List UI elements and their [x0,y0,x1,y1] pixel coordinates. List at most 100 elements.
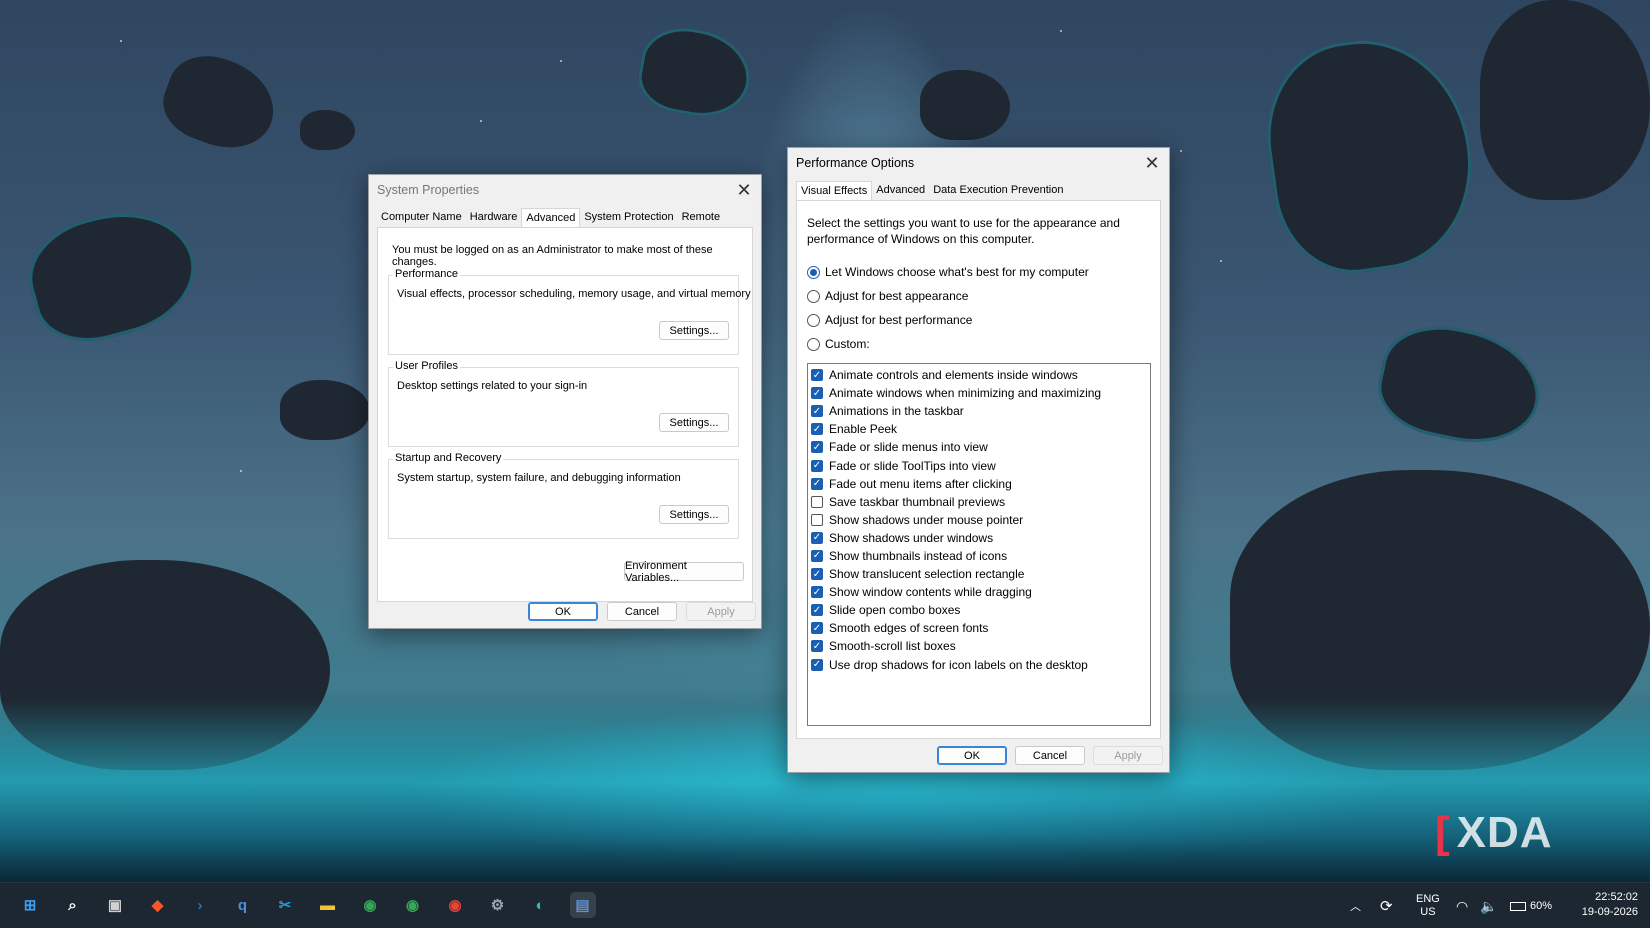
checkbox[interactable]: ✓ [811,604,823,617]
tab-system-protection[interactable]: System Protection [580,208,677,227]
settings-icon[interactable]: ⚙ [485,892,511,918]
effect-label: Enable Peek [829,422,898,437]
performance-settings-button[interactable]: Settings... [659,321,729,340]
checkbox[interactable]: ✓ [811,549,823,562]
snipping-icon[interactable]: ✂ [272,892,298,918]
powershell-icon[interactable]: › [187,892,213,918]
close-icon[interactable]: ✕ [1141,152,1163,174]
task-view-icon[interactable]: ▣ [102,892,128,918]
chrome-profile-icon[interactable]: ◉ [442,892,468,918]
effect-option[interactable]: Save taskbar thumbnail previews [808,493,1150,511]
search-icon[interactable]: ⌕ [60,892,86,918]
checkbox[interactable]: ✓ [811,622,823,635]
checkbox[interactable]: ✓ [811,477,823,490]
effect-option[interactable]: ✓ Fade or slide ToolTips into view [808,456,1150,474]
effect-option[interactable]: ✓ Fade out menu items after clicking [808,475,1150,493]
radio-label: Adjust for best appearance [825,289,969,303]
titlebar[interactable]: System Properties ✕ [369,175,761,205]
volume-icon[interactable]: 🔈 [1480,883,1497,928]
group-description: System startup, system failure, and debu… [397,472,681,484]
effect-option[interactable]: ✓ Show window contents while dragging [808,583,1150,601]
cancel-button[interactable]: Cancel [607,602,677,621]
effect-option[interactable]: ✓ Slide open combo boxes [808,601,1150,619]
battery-icon [1510,901,1526,911]
wifi-icon[interactable]: ◠ [1456,883,1468,928]
checkbox[interactable]: ✓ [811,658,823,671]
radio-button[interactable] [807,289,820,303]
tab-data-execution-prevention[interactable]: Data Execution Prevention [929,181,1067,200]
apply-button[interactable]: Apply [1093,746,1163,765]
checkbox[interactable]: ✓ [811,441,823,454]
group-description: Desktop settings related to your sign-in [397,380,588,392]
effect-option[interactable]: ✓ Show thumbnails instead of icons [808,547,1150,565]
chrome-icon[interactable]: ◉ [357,892,383,918]
tab-visual-effects[interactable]: Visual Effects [796,181,873,201]
show-hidden-icons-icon[interactable]: ︿ [1350,883,1361,928]
effect-label: Smooth-scroll list boxes [829,639,956,654]
update-icon[interactable]: ⟳ [1380,883,1393,928]
checkbox[interactable]: ✓ [811,423,823,436]
tab-advanced[interactable]: Advanced [521,208,581,228]
clock-time: 22:52:02 [1595,891,1638,903]
checkbox[interactable]: ✓ [811,586,823,599]
floating-rock [1370,314,1550,456]
tab-computer-name[interactable]: Computer Name [377,208,466,227]
radio-button[interactable] [807,337,820,351]
close-icon[interactable]: ✕ [733,179,755,201]
checkbox[interactable]: ✓ [811,640,823,653]
checkbox[interactable]: ✓ [811,568,823,581]
checkbox[interactable]: ✓ [811,387,823,400]
effect-option[interactable]: ✓ Fade or slide menus into view [808,438,1150,456]
clock[interactable]: 22:52:02 19-09-2026 [1582,890,1638,920]
environment-variables-button[interactable]: Environment Variables... [624,560,744,584]
start-icon[interactable]: ⊞ [17,892,43,918]
effect-option[interactable]: ✓ Animate windows when minimizing and max… [808,384,1150,402]
titlebar[interactable]: Performance Options ✕ [788,148,1169,178]
effect-option[interactable]: ✓ Show translucent selection rectangle [808,565,1150,583]
radio-custom[interactable]: Custom: [807,337,870,351]
file-explorer-icon[interactable]: ▬ [315,892,341,918]
brave-icon[interactable]: ◆ [145,892,171,918]
effect-option[interactable]: Show shadows under mouse pointer [808,511,1150,529]
tab-remote[interactable]: Remote [678,208,725,227]
chrome-alt-icon[interactable]: ◉ [400,892,426,918]
system-properties-icon[interactable]: ▤ [569,892,596,918]
checkbox[interactable] [811,495,823,508]
effect-option[interactable]: ✓ Show shadows under windows [808,529,1150,547]
startup-settings-button[interactable]: Settings... [659,505,729,524]
visual-effects-list[interactable]: ✓ Animate controls and elements inside wi… [807,363,1151,726]
radio-button[interactable] [807,265,820,279]
battery-indicator[interactable]: 60% [1510,883,1552,928]
checkbox[interactable]: ✓ [811,405,823,418]
language-indicator[interactable]: ENG US [1416,883,1440,928]
effect-option[interactable]: ✓ Smooth edges of screen fonts [808,619,1150,637]
tab-advanced[interactable]: Advanced [872,181,929,200]
clock-date: 19-09-2026 [1581,906,1638,918]
tab-strip: Visual Effects Advanced Data Execution P… [788,178,1169,201]
apply-button[interactable]: Apply [686,602,756,621]
cancel-button[interactable]: Cancel [1015,746,1085,765]
radio-let-windows-choose[interactable]: Let Windows choose what's best for my co… [807,265,1089,279]
effect-option[interactable]: ✓ Use drop shadows for icon labels on the… [808,656,1150,674]
lang-top: ENG [1416,893,1440,905]
tab-hardware[interactable]: Hardware [466,208,522,227]
effect-option[interactable]: ✓ Enable Peek [808,420,1150,438]
visual-effects-panel: Select the settings you want to use for … [796,200,1161,739]
checkbox[interactable] [811,513,823,526]
qbittorrent-icon[interactable]: q [230,892,256,918]
effect-option[interactable]: ✓ Animations in the taskbar [808,402,1150,420]
ok-button[interactable]: OK [937,746,1007,765]
effect-option[interactable]: ✓ Animate controls and elements inside wi… [808,366,1150,384]
radio-best-performance[interactable]: Adjust for best performance [807,313,972,327]
effect-option[interactable]: ✓ Smooth-scroll list boxes [808,637,1150,655]
user-profiles-group: User Profiles Desktop settings related t… [388,360,739,447]
checkbox[interactable]: ✓ [811,531,823,544]
user-profiles-settings-button[interactable]: Settings... [659,413,729,432]
radio-best-appearance[interactable]: Adjust for best appearance [807,289,968,303]
ok-button[interactable]: OK [528,602,598,621]
edge-icon[interactable]: ◐ [527,892,553,918]
checkbox[interactable]: ✓ [811,459,823,472]
radio-button[interactable] [807,313,820,327]
effect-label: Show shadows under windows [829,530,994,545]
checkbox[interactable]: ✓ [811,369,823,382]
